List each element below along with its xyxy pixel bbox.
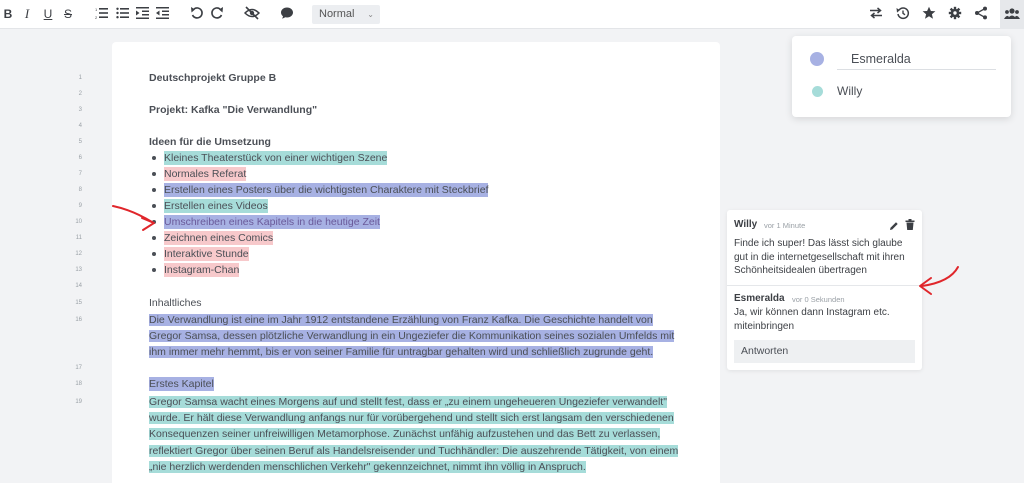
undo-icon[interactable]	[189, 5, 205, 23]
line-number: 19	[75, 399, 82, 405]
comment-time: vor 0 Sekunden	[792, 295, 845, 304]
bullet-list-icon[interactable]	[115, 5, 131, 23]
doc-chapter-heading: Erstes Kapitel	[149, 377, 214, 391]
line-number: 3	[78, 107, 82, 113]
star-icon[interactable]	[921, 5, 937, 23]
italic-button[interactable]: I	[19, 5, 35, 23]
text-style-value: Normal	[319, 8, 355, 20]
line-number: 10	[75, 219, 82, 225]
line-number: 7	[78, 171, 82, 177]
bullet-dot	[152, 268, 156, 272]
eye-off-icon[interactable]	[244, 5, 260, 23]
document-page[interactable]: 1 Deutschprojekt Gruppe B 2 3 Projekt: K…	[75, 42, 720, 483]
outdent-icon[interactable]	[155, 5, 171, 23]
swap-icon[interactable]	[868, 5, 884, 23]
comment-text: Ja, wir können dann Instagram etc. mitei…	[734, 307, 890, 332]
comment-time: vor 1 Minute	[764, 221, 806, 230]
line-number: 17	[75, 365, 82, 371]
annotation-arrow-icon	[919, 266, 959, 295]
user-color-dot[interactable]	[810, 52, 824, 66]
line-number: 18	[75, 381, 82, 387]
chevron-down-icon: ⌄	[367, 10, 374, 19]
line-number: 1	[78, 75, 82, 81]
comment-author: Esmeralda	[734, 293, 785, 304]
doc-title: Deutschprojekt Gruppe B	[149, 72, 277, 84]
commented-list-item-text[interactable]: Umschreiben eines Kapitels in die heutig…	[164, 215, 380, 229]
line-number: 5	[78, 139, 82, 145]
line-number: 15	[75, 300, 82, 306]
list-item-text: Zeichnen eines Comics	[164, 231, 274, 245]
share-icon[interactable]	[973, 5, 989, 23]
bullet-dot	[152, 156, 156, 160]
users-button[interactable]	[1000, 0, 1024, 29]
list-item-text: Normales Referat	[164, 167, 247, 181]
bullet-dot	[152, 172, 156, 176]
doc-paragraph: Gregor Samsa wacht eines Morgens auf und…	[149, 394, 679, 475]
list-item-text: Erstellen eines Posters über die wichtig…	[164, 183, 489, 197]
user-color-dot	[812, 86, 823, 97]
paragraph-text: Gregor Samsa wacht eines Morgens auf und…	[149, 396, 679, 473]
strikethrough-button[interactable]: S	[60, 5, 76, 23]
comment-author: Willy	[734, 219, 758, 230]
list-item-text: Instagram-Chan	[164, 263, 240, 277]
history-icon[interactable]	[895, 5, 911, 23]
list-item-text: Kleines Theaterstück von einer wichtigen…	[164, 151, 388, 165]
doc-section-label: Inhaltliches	[149, 297, 202, 309]
line-number: 16	[75, 317, 82, 323]
indent-icon[interactable]	[135, 5, 151, 23]
list-item-text: Interaktive Stunde	[164, 247, 249, 261]
doc-paragraph: Die Verwandlung ist eine im Jahr 1912 en…	[149, 312, 679, 361]
comment-icon[interactable]	[279, 5, 295, 23]
edit-pencil-icon[interactable]	[889, 218, 899, 236]
list-item-text: Erstellen eines Videos	[164, 199, 268, 213]
comment-divider	[727, 285, 922, 286]
line-number: 6	[78, 155, 82, 161]
ordered-list-icon[interactable]: 12	[94, 5, 110, 23]
bold-button[interactable]: B	[0, 5, 16, 23]
settings-gear-icon[interactable]	[947, 5, 963, 23]
line-number: 12	[75, 251, 82, 257]
doc-ideas-heading: Ideen für die Umsetzung	[149, 136, 271, 148]
annotation-arrow-icon	[112, 205, 155, 231]
user-name: Willy	[837, 84, 863, 98]
line-number: 2	[78, 91, 82, 97]
editor-toolbar: B I U S 12 Normal ⌄	[0, 0, 1024, 29]
doc-project-heading: Projekt: Kafka "Die Verwandlung"	[149, 104, 318, 116]
bullet-dot	[152, 252, 156, 256]
line-number: 13	[75, 267, 82, 273]
username-underline	[837, 50, 996, 70]
line-number: 4	[78, 123, 82, 129]
bullet-dot	[152, 188, 156, 192]
underline-button[interactable]: U	[40, 5, 56, 23]
text-style-select[interactable]: Normal ⌄	[312, 5, 380, 24]
svg-text:2: 2	[95, 15, 98, 20]
svg-text:1: 1	[95, 7, 98, 12]
line-number: 11	[75, 235, 82, 241]
comment-text: Finde ich super! Das lässt sich glaube g…	[734, 238, 905, 276]
users-popup: Esmeralda Willy	[792, 36, 1011, 117]
comment-thread: Willy vor 1 Minute Finde ich super! Das …	[727, 210, 922, 370]
paragraph-text: Die Verwandlung ist eine im Jahr 1912 en…	[149, 314, 675, 359]
line-number: 14	[75, 283, 82, 289]
reply-button[interactable]: Antworten	[734, 340, 915, 363]
redo-icon[interactable]	[209, 5, 225, 23]
line-number: 8	[78, 187, 82, 193]
bullet-dot	[152, 236, 156, 240]
users-icon	[1004, 8, 1020, 19]
trash-icon[interactable]	[905, 217, 915, 235]
line-number: 9	[78, 203, 82, 209]
